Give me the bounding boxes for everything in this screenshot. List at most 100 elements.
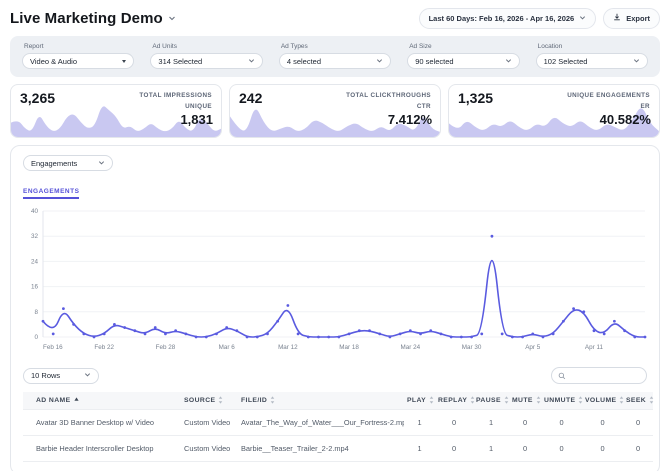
select-value: 90 selected <box>415 56 454 66</box>
metric-cell: 1 <box>473 408 509 435</box>
export-label: Export <box>626 13 650 23</box>
metric-cell: 0 <box>623 408 653 435</box>
ad-size-select[interactable]: 90 selected <box>407 53 520 69</box>
metric-cell: 0 <box>582 434 623 461</box>
stat-cards-row: 3,265 TOTAL IMPRESSIONS UNIQUE 1,831 242… <box>10 84 660 138</box>
svg-text:Feb 22: Feb 22 <box>94 344 114 351</box>
svg-text:Mar 12: Mar 12 <box>278 344 298 351</box>
engagements-label: UNIQUE ENGAGEMENTS <box>567 92 650 99</box>
title-dropdown-button[interactable] <box>168 9 176 27</box>
er-label: ER <box>640 103 650 110</box>
date-range-button[interactable]: Last 60 Days: Feb 16, 2026 - Apr 16, 202… <box>418 7 597 29</box>
sort-icon[interactable] <box>649 396 654 404</box>
rows-per-page-select[interactable]: 10 Rows <box>23 367 99 384</box>
sort-icon[interactable] <box>429 396 434 404</box>
dashboard-page: Live Marketing Demo Last 60 Days: Feb 16… <box>0 0 670 471</box>
metric-cell: 0 <box>541 434 582 461</box>
column-header-file-id[interactable]: FILE/ID <box>238 392 404 409</box>
metric-cell: 2 <box>509 460 541 471</box>
source-cell: Custom Video <box>181 460 238 471</box>
column-label: PLAY <box>407 397 427 405</box>
metric-cell: 0 <box>541 408 582 435</box>
column-header-mute[interactable]: MUTE <box>509 392 541 409</box>
svg-text:Apr 11: Apr 11 <box>585 344 604 351</box>
select-value: 4 selected <box>286 56 322 66</box>
chevron-down-icon <box>505 57 512 66</box>
report-select[interactable]: Video & Audio <box>22 53 135 69</box>
sort-icon[interactable] <box>270 396 275 404</box>
search-input[interactable] <box>570 372 640 379</box>
location-select[interactable]: 102 Selected <box>535 53 649 69</box>
engagements-total: 1,325 <box>458 90 494 106</box>
svg-text:40: 40 <box>31 208 39 215</box>
column-label: SOURCE <box>184 397 216 405</box>
unique-value: 1,831 <box>180 112 213 127</box>
stat-card-impressions: 3,265 TOTAL IMPRESSIONS UNIQUE 1,831 <box>10 84 222 138</box>
source-cell: Custom Video <box>181 408 238 435</box>
filter-bar: Report Video & Audio Ad Units 314 Select… <box>10 36 660 77</box>
source-cell: Custom Video <box>181 434 238 461</box>
page-title: Live Marketing Demo <box>10 9 163 27</box>
metric-cell: 0 <box>509 434 541 461</box>
unique-label: UNIQUE <box>185 103 212 110</box>
ctr-label: CTR <box>416 103 431 110</box>
export-button[interactable]: Export <box>603 7 660 29</box>
select-value: 10 Rows <box>31 371 61 380</box>
column-header-unmute[interactable]: UNMUTE <box>541 392 583 409</box>
filter-ad-types: Ad Types 4 selected <box>278 41 392 69</box>
filter-location: Location 102 Selected <box>535 41 649 69</box>
table-header-row: AD NAME SOURCE FILE/ID PLAY REPLAY PAUSE MUTE U… <box>23 392 654 409</box>
sort-icon[interactable] <box>470 396 475 404</box>
metric-cell: 0 <box>404 460 435 471</box>
impressions-total: 3,265 <box>20 90 56 106</box>
sort-icon[interactable] <box>536 396 541 404</box>
column-header-volume[interactable]: VOLUME <box>582 392 624 409</box>
chevron-down-icon <box>376 57 383 66</box>
sort-icon[interactable] <box>619 396 624 404</box>
svg-text:Mar 6: Mar 6 <box>219 344 236 351</box>
svg-text:24: 24 <box>31 258 39 265</box>
ad-units-select[interactable]: 314 Selected <box>150 53 263 69</box>
date-range-label: Last 60 Days: Feb 16, 2026 - Apr 16, 202… <box>428 13 575 23</box>
clickthroughs-total: 242 <box>239 90 263 106</box>
svg-text:Apr 5: Apr 5 <box>525 344 541 351</box>
column-header-seek[interactable]: SEEK <box>623 392 654 409</box>
column-header-play[interactable]: PLAY <box>404 392 435 409</box>
download-icon <box>613 13 621 23</box>
svg-text:16: 16 <box>31 284 39 291</box>
stat-card-clickthroughs: 242 TOTAL CLICKTHROUGHS CTR 7.412% <box>229 84 441 138</box>
svg-text:8: 8 <box>34 309 38 316</box>
metric-cell: 0 <box>435 434 473 461</box>
column-label: AD NAME <box>36 396 71 404</box>
tab-engagements[interactable]: ENGAGEMENTS <box>23 188 80 199</box>
column-header-pause[interactable]: PAUSE <box>473 392 509 409</box>
metric-cell: 0 <box>509 408 541 435</box>
filter-report: Report Video & Audio <box>22 41 135 69</box>
column-header-source[interactable]: SOURCE <box>181 392 238 409</box>
column-header-ad-name[interactable]: AD NAME <box>23 392 181 409</box>
sort-icon[interactable] <box>578 396 583 404</box>
sort-icon[interactable] <box>504 396 509 404</box>
chevron-down-icon <box>84 371 91 380</box>
metric-select[interactable]: Engagements <box>23 155 113 171</box>
stat-card-engagements: 1,325 UNIQUE ENGAGEMENTS ER 40.582% <box>448 84 660 138</box>
column-label: SEEK <box>626 397 647 405</box>
svg-text:Mar 24: Mar 24 <box>401 344 421 351</box>
svg-text:Mar 30: Mar 30 <box>462 344 482 351</box>
sort-icon[interactable] <box>218 396 223 404</box>
column-label: PAUSE <box>476 397 501 405</box>
engagements-line-chart: 0 8 16 24 32 40 Feb 16 Feb 22 Feb 28 Mar 6 Mar 12 M… <box>23 203 647 363</box>
filter-label: Location <box>537 43 563 50</box>
clickthroughs-label: TOTAL CLICKTHROUGHS <box>346 92 431 99</box>
column-label: MUTE <box>512 397 533 405</box>
sort-ascending-icon[interactable] <box>73 397 79 402</box>
column-label: VOLUME <box>585 397 617 405</box>
table-body: Avatar 3D Banner Desktop w/ Video Custom … <box>23 408 653 471</box>
column-header-replay[interactable]: REPLAY <box>435 392 475 409</box>
select-value: 102 Selected <box>543 56 588 66</box>
ad-types-select[interactable]: 4 selected <box>278 53 392 69</box>
table-search[interactable] <box>551 367 647 384</box>
line-chart-svg: 0 8 16 24 32 40 Feb 16 Feb 22 Feb 28 Mar 6 Mar 12 M… <box>31 208 647 351</box>
metric-cell: 3 <box>473 460 509 471</box>
chevron-down-icon <box>633 57 640 66</box>
